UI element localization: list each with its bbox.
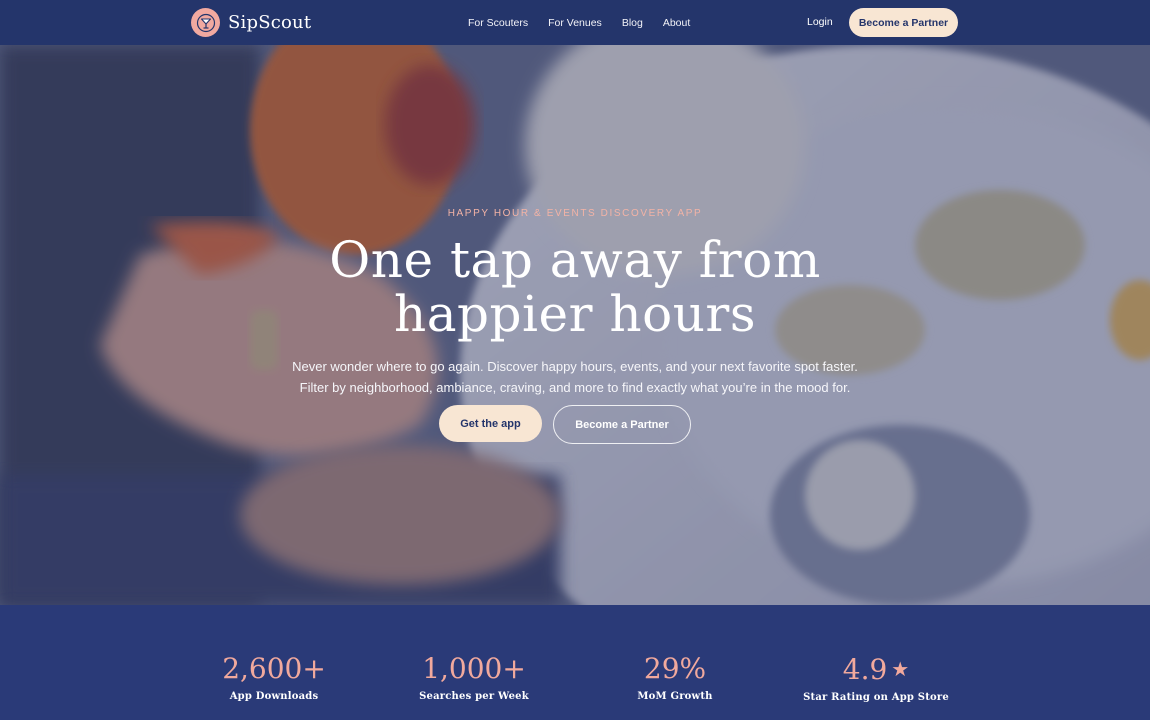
star-icon: ★ — [891, 657, 910, 681]
top-navigation: SipScout For Scouters For Venues Blog Ab… — [0, 0, 1150, 45]
become-partner-hero-button[interactable]: Become a Partner — [553, 405, 691, 444]
nav-link-blog[interactable]: Blog — [622, 17, 643, 29]
brand-name: SipScout — [228, 12, 312, 33]
nav-links: For Scouters For Venues Blog About — [468, 0, 690, 45]
become-partner-nav-button[interactable]: Become a Partner — [849, 8, 958, 37]
hero-subtext-line-2: Filter by neighborhood, ambiance, cravin… — [299, 380, 851, 395]
stat-star-rating: 4.9 ★ Star Rating on App Store — [776, 651, 976, 703]
stat-value: 1,000+ — [422, 652, 526, 685]
stat-rating-number: 4.9 — [842, 653, 888, 686]
hero-cta-row: Get the app Become a Partner — [0, 405, 1150, 444]
login-link[interactable]: Login — [807, 16, 833, 28]
stat-value: 29% — [643, 652, 707, 685]
stat-label: MoM Growth — [637, 691, 713, 702]
hero-headline-line-1: One tap away from — [329, 231, 821, 289]
stat-label: Star Rating on App Store — [803, 692, 949, 703]
stat-searches-per-week: 1,000+ Searches per Week — [374, 651, 574, 702]
hero-subtext-line-1: Never wonder where to go again. Discover… — [292, 359, 858, 374]
stat-label: Searches per Week — [419, 691, 529, 702]
hero-section: HAPPY HOUR & EVENTS DISCOVERY APP One ta… — [0, 45, 1150, 605]
stat-app-downloads: 2,600+ App Downloads — [174, 651, 374, 702]
hero-eyebrow: HAPPY HOUR & EVENTS DISCOVERY APP — [447, 208, 703, 219]
hero-headline-line-2: happier hours — [394, 285, 756, 343]
cocktail-glass-icon — [191, 8, 220, 37]
hero-headline: One tap away from happier hours — [0, 233, 1150, 341]
stat-label: App Downloads — [229, 691, 319, 702]
brand-logo-link[interactable]: SipScout — [191, 8, 311, 37]
stat-mom-growth: 29% MoM Growth — [575, 651, 775, 702]
get-the-app-button[interactable]: Get the app — [439, 405, 542, 442]
hero-content: HAPPY HOUR & EVENTS DISCOVERY APP One ta… — [0, 45, 1150, 605]
hero-subtext: Never wonder where to go again. Discover… — [275, 356, 875, 398]
nav-link-about[interactable]: About — [663, 17, 690, 29]
stat-value: 4.9 ★ — [776, 651, 976, 688]
nav-link-for-venues[interactable]: For Venues — [548, 17, 602, 29]
nav-link-for-scouters[interactable]: For Scouters — [468, 17, 528, 29]
stats-section: 2,600+ App Downloads 1,000+ Searches per… — [0, 605, 1150, 720]
stat-value: 2,600+ — [222, 652, 326, 685]
